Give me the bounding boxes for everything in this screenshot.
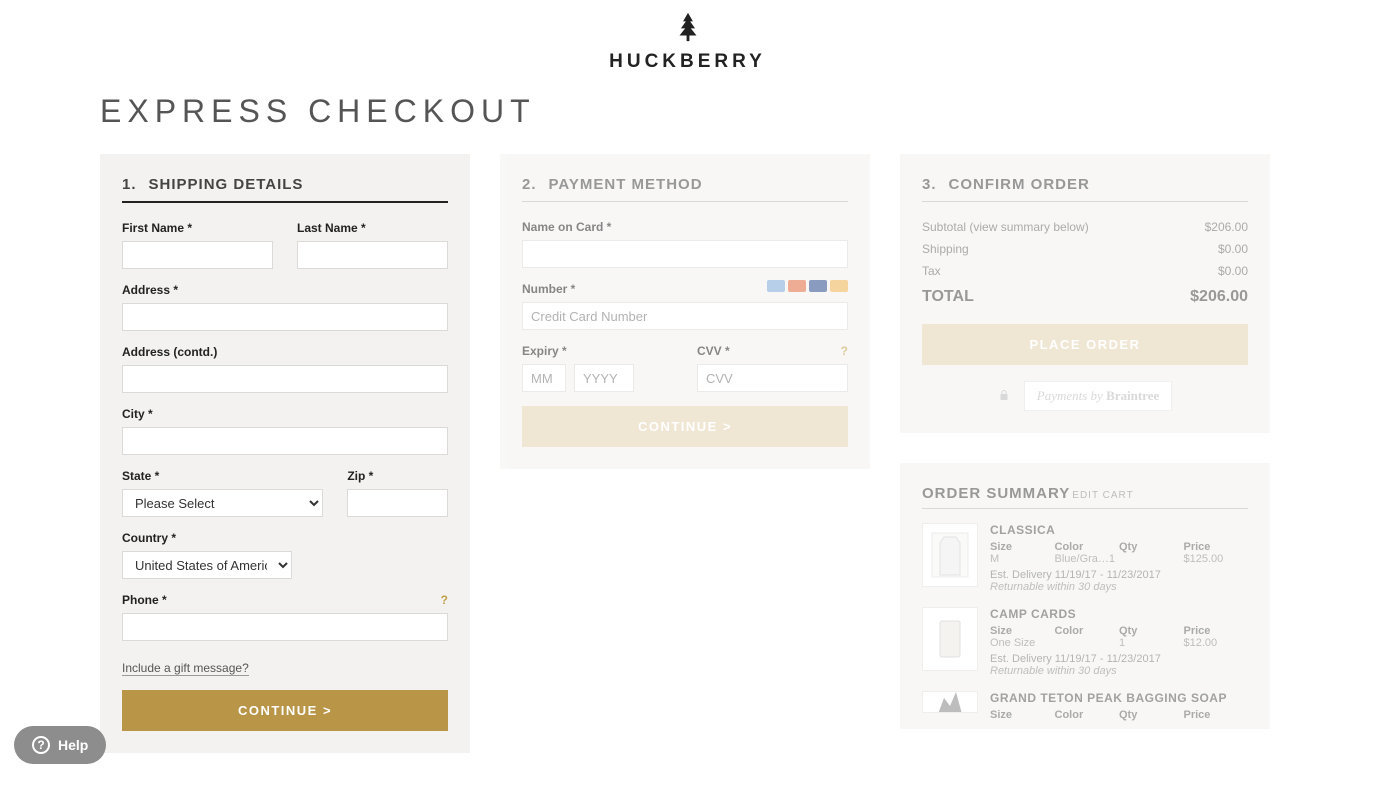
order-item: CAMP CARDS SizeOne Size Color Qty1 Price…	[922, 607, 1248, 677]
step-title: PAYMENT METHOD	[549, 176, 703, 193]
delivery-estimate: Est. Delivery 11/19/17 - 11/23/2017	[990, 569, 1248, 581]
shipping-panel: 1. SHIPPING DETAILS First Name * Last Na…	[100, 154, 470, 753]
brand-name: HUCKBERRY	[100, 51, 1275, 73]
edit-cart-link[interactable]: EDIT CART	[1072, 490, 1133, 501]
step-number: 2.	[522, 176, 537, 193]
order-item: CLASSICA SizeM ColorBlue/Gra…1 Qty Price…	[922, 523, 1248, 593]
discover-icon	[830, 280, 848, 292]
product-thumbnail	[922, 523, 978, 587]
product-name: CLASSICA	[990, 523, 1248, 537]
product-thumbnail	[922, 691, 978, 713]
last-name-input[interactable]	[297, 241, 448, 269]
mastercard-icon	[788, 280, 806, 292]
tree-icon	[671, 10, 705, 49]
product-name: GRAND TETON PEAK BAGGING SOAP	[990, 691, 1248, 705]
shipping-cost-value: $0.00	[1218, 242, 1248, 256]
product-thumbnail	[922, 607, 978, 671]
shipping-continue-button[interactable]: CONTINUE >	[122, 690, 448, 731]
city-input[interactable]	[122, 427, 448, 455]
address-input[interactable]	[122, 303, 448, 331]
expiry-yyyy-input[interactable]	[574, 364, 634, 392]
first-name-input[interactable]	[122, 241, 273, 269]
step-title: SHIPPING DETAILS	[149, 176, 304, 193]
order-item: GRAND TETON PEAK BAGGING SOAP Size Color…	[922, 691, 1248, 725]
step-number: 3.	[922, 176, 937, 193]
amex-icon	[767, 280, 785, 292]
brand-logo: HUCKBERRY	[100, 10, 1275, 73]
order-summary-panel: ORDER SUMMARY EDIT CART CLASSICA SizeM C…	[900, 463, 1270, 729]
address-label: Address *	[122, 283, 448, 297]
phone-help-icon[interactable]: ?	[441, 593, 448, 607]
total-value: $206.00	[1190, 288, 1248, 306]
payment-continue-button[interactable]: CONTINUE >	[522, 406, 848, 447]
order-summary-title: ORDER SUMMARY	[922, 485, 1070, 502]
help-icon: ?	[32, 736, 50, 754]
phone-label: Phone * ?	[122, 593, 448, 607]
name-on-card-label: Name on Card *	[522, 220, 848, 234]
city-label: City *	[122, 407, 448, 421]
return-policy: Returnable within 30 days	[990, 581, 1248, 593]
address2-label: Address (contd.)	[122, 345, 448, 359]
country-select[interactable]: United States of America	[122, 551, 292, 579]
payment-processor-badge: Payments by Braintree	[922, 381, 1248, 411]
zip-label: Zip *	[347, 469, 448, 483]
cvv-label: CVV * ?	[697, 344, 848, 358]
expiry-label: Expiry *	[522, 344, 673, 358]
delivery-estimate: Est. Delivery 11/19/17 - 11/23/2017	[990, 653, 1248, 665]
state-label: State *	[122, 469, 323, 483]
tax-label: Tax	[922, 264, 941, 278]
card-brand-icons	[767, 280, 848, 292]
gift-message-link[interactable]: Include a gift message?	[122, 661, 249, 676]
tax-value: $0.00	[1218, 264, 1248, 278]
last-name-label: Last Name *	[297, 221, 448, 235]
cvv-help-icon[interactable]: ?	[841, 344, 848, 358]
phone-input[interactable]	[122, 613, 448, 641]
state-select[interactable]: Please Select	[122, 489, 323, 517]
card-number-input[interactable]	[522, 302, 848, 330]
shipping-cost-label: Shipping	[922, 242, 969, 256]
card-number-label: Number *	[522, 282, 848, 296]
country-label: Country *	[122, 531, 292, 545]
address2-input[interactable]	[122, 365, 448, 393]
first-name-label: First Name *	[122, 221, 273, 235]
return-policy: Returnable within 30 days	[990, 665, 1248, 677]
zip-input[interactable]	[347, 489, 448, 517]
subtotal-label: Subtotal (view summary below)	[922, 220, 1089, 234]
lock-icon	[998, 389, 1010, 404]
subtotal-value: $206.00	[1205, 220, 1248, 234]
cvv-input[interactable]	[697, 364, 848, 392]
product-name: CAMP CARDS	[990, 607, 1248, 621]
payment-panel: 2. PAYMENT METHOD Name on Card * Number …	[500, 154, 870, 469]
confirm-panel: 3. CONFIRM ORDER Subtotal (view summary …	[900, 154, 1270, 433]
expiry-mm-input[interactable]	[522, 364, 566, 392]
step-title: CONFIRM ORDER	[949, 176, 1090, 193]
help-button[interactable]: ? Help	[14, 726, 106, 764]
place-order-button[interactable]: PLACE ORDER	[922, 324, 1248, 365]
step-number: 1.	[122, 176, 137, 193]
visa-icon	[809, 280, 827, 292]
page-title: EXPRESS CHECKOUT	[100, 93, 1275, 130]
total-label: TOTAL	[922, 288, 974, 306]
name-on-card-input[interactable]	[522, 240, 848, 268]
